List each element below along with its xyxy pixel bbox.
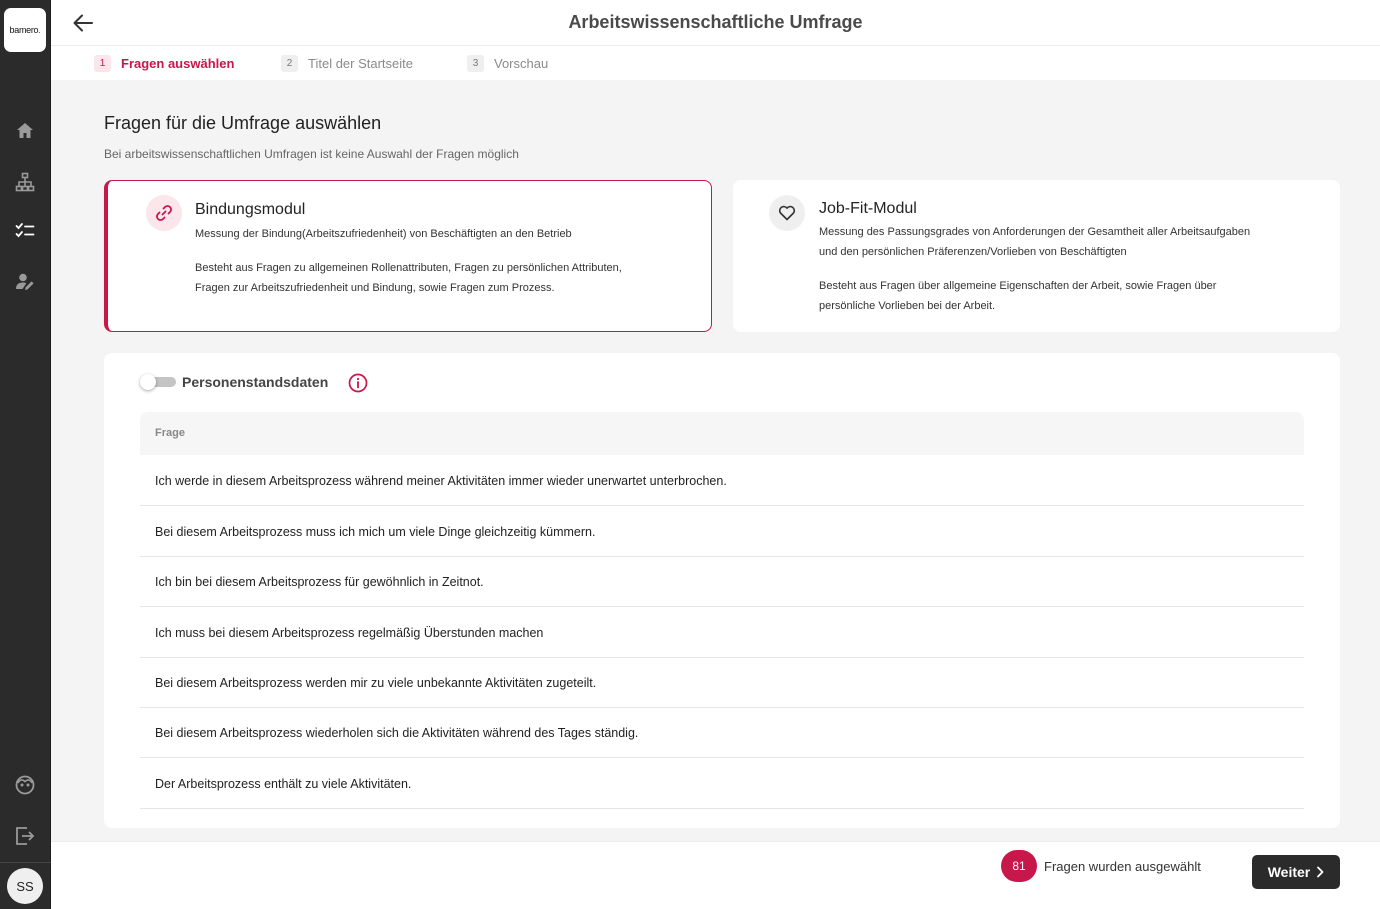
step-number: 3 — [467, 55, 484, 72]
module-details-line-1: Besteht aus Fragen über allgemeine Eigen… — [819, 280, 1217, 292]
next-button-label: Weiter — [1267, 864, 1311, 880]
sidebar: bamero. SS — [0, 0, 51, 909]
step-number: 2 — [281, 55, 298, 72]
step-label: Fragen auswählen — [121, 56, 235, 71]
question-text: Ich werde in diesem Arbeitsprozess währe… — [155, 474, 727, 488]
selected-count-badge: 81 — [1001, 850, 1037, 882]
module-description-line-1: Messung des Passungsgrades von Anforderu… — [819, 226, 1251, 238]
step-number: 1 — [94, 55, 111, 72]
app-logo-dot: . — [38, 25, 41, 35]
module-details-line-2: Fragen zur Arbeitszufriedenheit und Bind… — [195, 281, 555, 294]
step-label: Vorschau — [494, 56, 549, 71]
user-initials: SS — [16, 878, 34, 894]
step-select-questions[interactable]: 1 Fragen auswählen — [94, 55, 234, 72]
app-logo[interactable]: bamero. — [4, 8, 46, 52]
module-card-job-fit[interactable]: Job-Fit-Modul Messung des Passungsgrades… — [733, 180, 1340, 332]
logout-icon[interactable] — [13, 824, 37, 848]
user-edit-icon[interactable] — [13, 270, 37, 294]
chevron-right-icon — [1317, 866, 1324, 878]
survey-list-icon[interactable] — [13, 219, 37, 243]
step-label: Titel der Startseite — [308, 56, 414, 71]
personenstandsdaten-toggle[interactable] — [140, 374, 176, 390]
module-description-line-2: und den persönlichen Präferenzen/Vorlieb… — [819, 245, 1127, 258]
module-card-bindungsmodul[interactable]: Bindungsmodul Messung der Bindung(Arbeit… — [104, 180, 712, 332]
question-text: Bei diesem Arbeitsprozess wiederholen si… — [155, 726, 639, 740]
toggle-knob — [140, 374, 156, 390]
question-text: Bei diesem Arbeitsprozess muss ich mich … — [155, 525, 596, 539]
module-description: Messung der Bindung(Arbeitszufriedenheit… — [195, 228, 572, 240]
module-details-line-2: persönliche Vorlieben bei der Arbeit. — [819, 299, 996, 312]
question-text: Der Arbeitsprozess enthält zu viele Akti… — [155, 777, 412, 791]
next-button[interactable]: Weiter — [1252, 855, 1340, 889]
column-header-frage: Frage — [155, 427, 185, 439]
table-row: Bei diesem Arbeitsprozess muss ich mich … — [140, 506, 1304, 557]
section-subtitle: Bei arbeitswissenschaftlichen Umfragen i… — [104, 147, 519, 161]
table-row: Ich muss bei diesem Arbeitsprozess regel… — [140, 607, 1304, 658]
table-row: Ich werde in diesem Arbeitsprozess währe… — [140, 455, 1304, 506]
page-footer: 81 Fragen wurden ausgewählt Weiter — [51, 841, 1380, 909]
heart-icon — [769, 195, 805, 231]
toggle-label: Personenstandsdaten — [182, 374, 329, 390]
question-text: Ich bin bei diesem Arbeitsprozess für ge… — [155, 575, 484, 589]
table-row: Der Arbeitsprozess enthält zu viele Akti… — [140, 758, 1304, 809]
user-avatar[interactable]: SS — [7, 868, 43, 904]
support-icon[interactable] — [13, 773, 37, 797]
module-title: Bindungsmodul — [195, 201, 306, 218]
stepper: 1 Fragen auswählen 2 Titel der Startseit… — [51, 46, 1380, 80]
step-preview[interactable]: 3 Vorschau — [467, 55, 548, 72]
table-row: Bei diesem Arbeitsprozess wiederholen si… — [140, 707, 1304, 758]
link-icon — [146, 195, 182, 231]
module-title: Job-Fit-Modul — [819, 200, 917, 217]
table-row: Bei diesem Arbeitsprozess werden mir zu … — [140, 657, 1304, 708]
question-text: Ich muss bei diesem Arbeitsprozess regel… — [155, 626, 544, 640]
question-text: Bei diesem Arbeitsprozess werden mir zu … — [155, 676, 597, 690]
org-chart-icon[interactable] — [13, 170, 37, 194]
sidebar-divider — [0, 862, 51, 863]
module-details-line-1: Besteht aus Fragen zu allgemeinen Rollen… — [195, 262, 622, 274]
home-icon[interactable] — [13, 118, 37, 142]
table-row: Ich bin bei diesem Arbeitsprozess für ge… — [140, 556, 1304, 607]
step-start-page-title[interactable]: 2 Titel der Startseite — [281, 55, 413, 72]
page-header: Arbeitswissenschaftliche Umfrage — [51, 0, 1380, 46]
questions-panel: Personenstandsdaten Frage Ich werde in d… — [104, 353, 1340, 828]
section-title: Fragen für die Umfrage auswählen — [104, 113, 382, 133]
page-title: Arbeitswissenschaftliche Umfrage — [568, 12, 863, 32]
table-header: Frage — [140, 412, 1304, 455]
info-icon[interactable] — [348, 373, 368, 393]
selected-count-label: Fragen wurden ausgewählt — [1044, 859, 1201, 874]
app-logo-text: bamero — [9, 25, 39, 35]
